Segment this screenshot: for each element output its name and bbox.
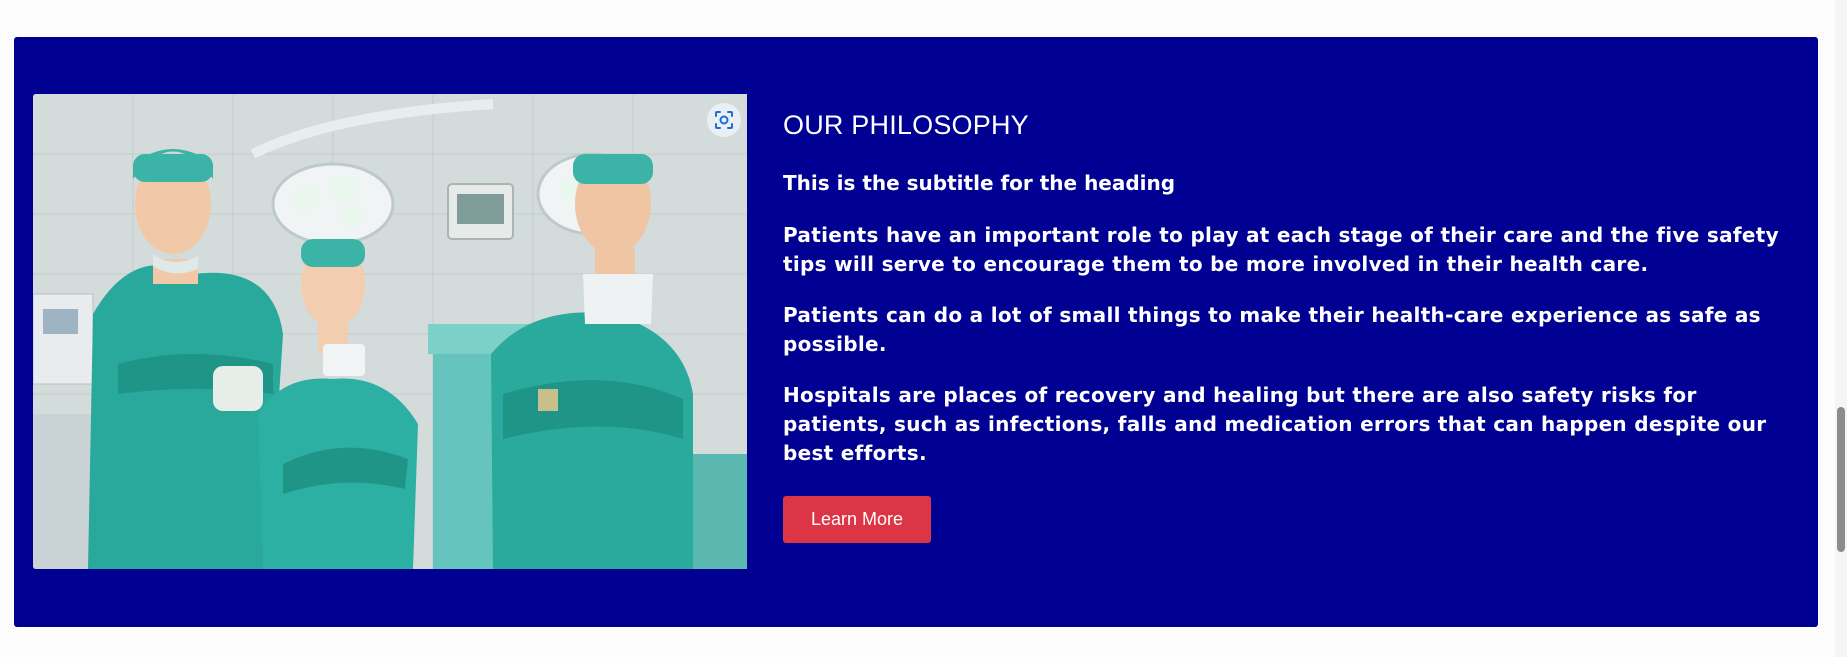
scrollbar-thumb[interactable] <box>1837 407 1845 552</box>
page-scrollbar[interactable] <box>1835 0 1847 657</box>
learn-more-button[interactable]: Learn More <box>783 496 932 543</box>
lens-search-icon[interactable] <box>707 103 741 137</box>
philosophy-section: OUR PHILOSOPHY This is the subtitle for … <box>14 37 1818 627</box>
lens-glyph <box>715 111 733 129</box>
paragraph-3: Hospitals are places of recovery and hea… <box>783 383 1767 465</box>
section-heading: OUR PHILOSOPHY <box>783 110 1029 140</box>
section-subtitle: This is the subtitle for the heading <box>783 171 1176 195</box>
photo-illustration <box>33 94 747 569</box>
page: OUR PHILOSOPHY This is the subtitle for … <box>0 0 1847 657</box>
philosophy-content: OUR PHILOSOPHY This is the subtitle for … <box>783 110 1803 543</box>
surgeons-photo <box>33 94 747 569</box>
paragraph-1: Patients have an important role to play … <box>783 223 1779 276</box>
paragraph-2: Patients can do a lot of small things to… <box>783 303 1761 356</box>
